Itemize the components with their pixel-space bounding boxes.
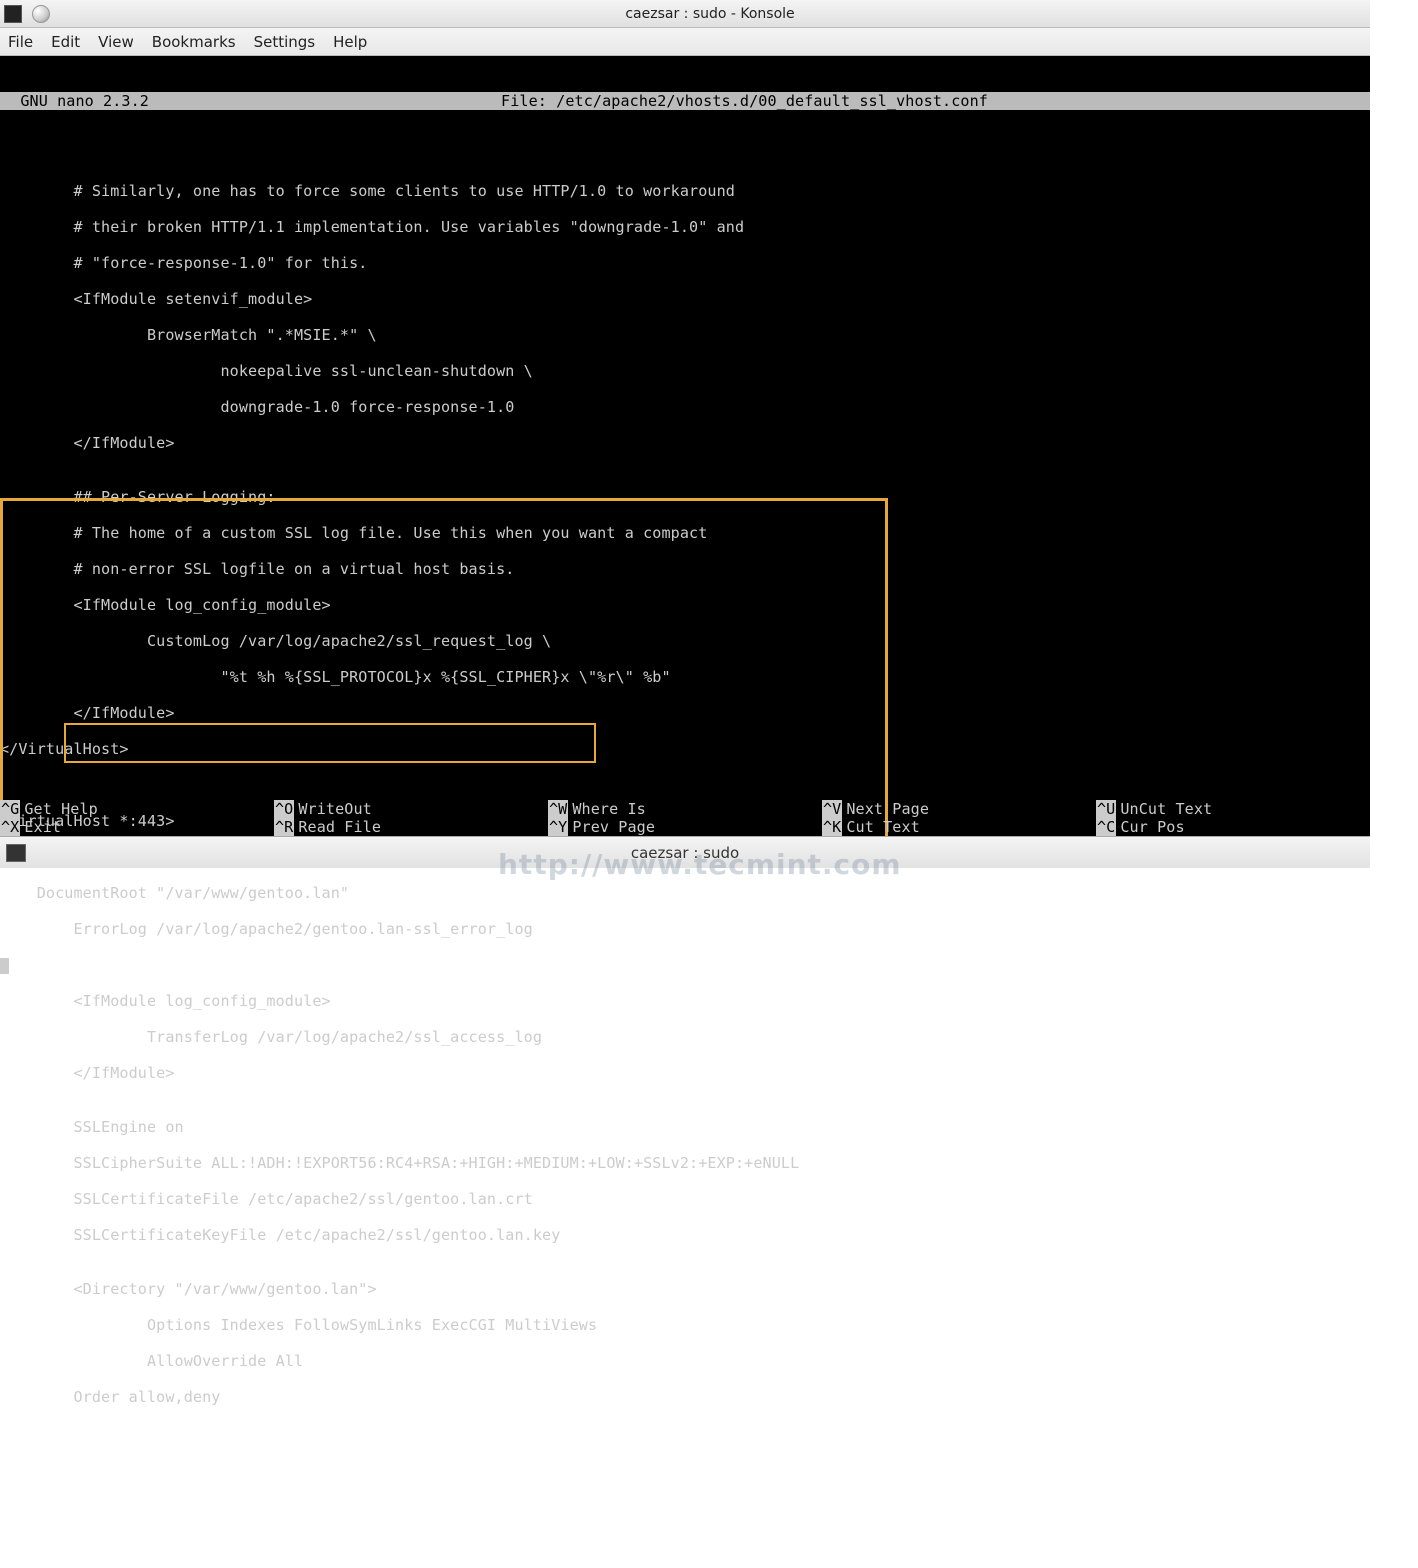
editor-line: # "force-response-1.0" for this.	[0, 254, 1370, 272]
window-titlebar[interactable]: caezsar : sudo - Konsole	[0, 0, 1370, 28]
menu-view[interactable]: View	[98, 33, 134, 51]
editor-line: </IfModule>	[0, 704, 1370, 722]
app-icon	[4, 5, 22, 23]
taskbar: caezsar : sudo	[0, 836, 1370, 868]
terminal-area[interactable]: GNU nano 2.3.2 File: /etc/apache2/vhosts…	[0, 56, 1370, 836]
editor-line: Options Indexes FollowSymLinks ExecCGI M…	[0, 1316, 1370, 1334]
shortcut-cur-pos[interactable]: ^CCur Pos	[1096, 818, 1370, 836]
editor-line: # The home of a custom SSL log file. Use…	[0, 524, 1370, 542]
editor-line: "%t %h %{SSL_PROTOCOL}x %{SSL_CIPHER}x \…	[0, 668, 1370, 686]
editor-line: SSLCertificateKeyFile /etc/apache2/ssl/g…	[0, 1226, 1370, 1244]
menubar: File Edit View Bookmarks Settings Help	[0, 28, 1370, 56]
editor-line: Order allow,deny	[0, 1388, 1370, 1406]
editor-line: SSLCertificateFile /etc/apache2/ssl/gent…	[0, 1190, 1370, 1208]
editor-line: downgrade-1.0 force-response-1.0	[0, 398, 1370, 416]
editor-line: <IfModule log_config_module>	[0, 992, 1370, 1010]
cursor-icon	[0, 958, 9, 974]
window-control-icon[interactable]	[32, 5, 50, 23]
editor-line: <IfModule setenvif_module>	[0, 290, 1370, 308]
menu-bookmarks[interactable]: Bookmarks	[152, 33, 236, 51]
editor-line: AllowOverride All	[0, 1352, 1370, 1370]
window-title: caezsar : sudo - Konsole	[50, 6, 1370, 22]
menu-help[interactable]: Help	[333, 33, 367, 51]
taskbar-tab-label[interactable]: caezsar : sudo	[631, 844, 739, 862]
shortcut-read-file[interactable]: ^RRead File	[274, 818, 548, 836]
menu-edit[interactable]: Edit	[51, 33, 80, 51]
shortcut-exit[interactable]: ^XExit	[0, 818, 274, 836]
taskbar-app-icon[interactable]	[6, 844, 26, 862]
shortcut-prev-page[interactable]: ^YPrev Page	[548, 818, 822, 836]
editor-line: </IfModule>	[0, 1064, 1370, 1082]
editor-line: nokeepalive ssl-unclean-shutdown \	[0, 362, 1370, 380]
editor-line: # Similarly, one has to force some clien…	[0, 182, 1370, 200]
menu-settings[interactable]: Settings	[254, 33, 316, 51]
editor-line: SSLEngine on	[0, 1118, 1370, 1136]
editor-line	[0, 956, 1370, 974]
editor-line: ErrorLog /var/log/apache2/gentoo.lan-ssl…	[0, 920, 1370, 938]
nano-header: GNU nano 2.3.2 File: /etc/apache2/vhosts…	[0, 92, 1370, 110]
konsole-window: caezsar : sudo - Konsole File Edit View …	[0, 0, 1370, 868]
editor-line: </VirtualHost>	[0, 740, 1370, 758]
menu-file[interactable]: File	[8, 33, 33, 51]
shortcut-where-is[interactable]: ^WWhere Is	[548, 800, 822, 818]
editor-line: TransferLog /var/log/apache2/ssl_access_…	[0, 1028, 1370, 1046]
editor-line: <IfModule log_config_module>	[0, 596, 1370, 614]
nano-file-label: File: /etc/apache2/vhosts.d/00_default_s…	[149, 92, 1340, 110]
editor-line: ## Per-Server Logging:	[0, 488, 1370, 506]
shortcut-next-page[interactable]: ^VNext Page	[822, 800, 1096, 818]
editor-line: SSLCipherSuite ALL:!ADH:!EXPORT56:RC4+RS…	[0, 1154, 1370, 1172]
shortcut-get-help[interactable]: ^GGet Help	[0, 800, 274, 818]
shortcut-cut-text[interactable]: ^KCut Text	[822, 818, 1096, 836]
nano-shortcuts: ^GGet Help ^OWriteOut ^WWhere Is ^VNext …	[0, 800, 1370, 836]
editor-line: DocumentRoot "/var/www/gentoo.lan"	[0, 884, 1370, 902]
editor-line: BrowserMatch ".*MSIE.*" \	[0, 326, 1370, 344]
editor-line: # their broken HTTP/1.1 implementation. …	[0, 218, 1370, 236]
editor-line: <Directory "/var/www/gentoo.lan">	[0, 1280, 1370, 1298]
editor-line: </IfModule>	[0, 434, 1370, 452]
editor-line: # non-error SSL logfile on a virtual hos…	[0, 560, 1370, 578]
shortcut-writeout[interactable]: ^OWriteOut	[274, 800, 548, 818]
shortcut-uncut-text[interactable]: ^UUnCut Text	[1096, 800, 1370, 818]
editor-line: CustomLog /var/log/apache2/ssl_request_l…	[0, 632, 1370, 650]
nano-version: GNU nano 2.3.2	[0, 92, 149, 110]
